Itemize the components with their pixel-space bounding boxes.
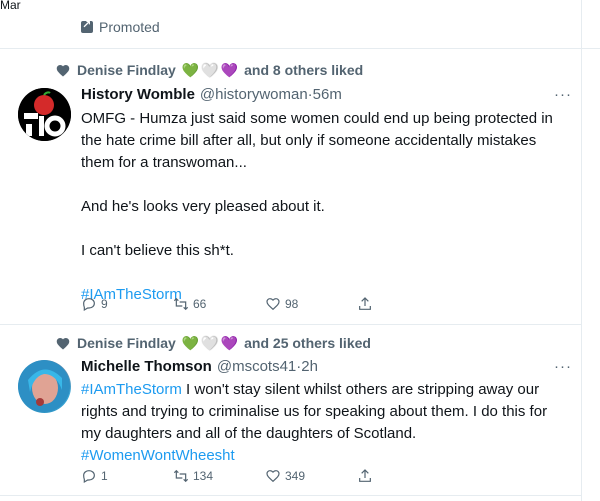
display-name[interactable]: History Womble	[81, 86, 195, 103]
heart-filled-icon	[56, 64, 70, 76]
green-heart-emoji: 💚	[181, 62, 200, 78]
heart-filled-icon	[56, 337, 70, 349]
retweet-icon	[173, 297, 189, 311]
like-button[interactable]: 349	[265, 468, 357, 484]
display-name[interactable]: Michelle Thomson	[81, 358, 212, 375]
white-heart-emoji: 🤍	[201, 335, 219, 351]
like-count: 349	[285, 469, 306, 483]
divider	[0, 495, 582, 496]
user-handle[interactable]: @mscots41	[217, 358, 296, 375]
tweet-header: History Womble @historywoman · 56m	[81, 86, 342, 103]
reply-icon	[83, 298, 95, 312]
tweet-paragraph: I can't believe this sh*t.	[81, 242, 234, 259]
tweet-paragraph: And he's looks very pleased about it.	[81, 198, 325, 215]
reply-count: 9	[101, 297, 108, 311]
white-heart-emoji: 🤍	[201, 62, 219, 78]
retweet-icon	[173, 469, 189, 483]
tweet-actions: 9 66 98	[81, 296, 373, 312]
retweet-count: 134	[193, 469, 214, 483]
divider	[0, 48, 582, 49]
retweet-button[interactable]: 66	[173, 296, 265, 312]
tweet-paragraph: OMFG - Humza just said some women could …	[81, 110, 553, 171]
green-heart-emoji: 💚	[181, 335, 200, 351]
more-options-icon[interactable]: ···	[554, 358, 572, 375]
social-context-suffix: and 8 others liked	[244, 62, 364, 78]
tweet-actions: 1 134 349	[81, 468, 373, 484]
promoted-label-row: Promoted	[81, 18, 160, 35]
share-button[interactable]	[357, 296, 373, 312]
social-context-row[interactable]: Denise Findlay 💚 🤍 💜 and 8 others liked	[55, 62, 363, 78]
reply-button[interactable]: 9	[81, 296, 173, 312]
right-column-edge	[582, 0, 600, 501]
divider	[0, 324, 582, 325]
reply-icon	[83, 470, 95, 484]
purple-heart-emoji: 💜	[220, 62, 239, 78]
tweet-text: OMFG - Humza just said some women could …	[81, 108, 561, 306]
tweet-time[interactable]: 56m	[313, 86, 342, 103]
promoted-icon	[81, 18, 93, 33]
tweet-time[interactable]: 2h	[301, 358, 318, 375]
promoted-label: Promoted	[99, 19, 160, 35]
heart-outline-icon	[266, 470, 280, 483]
retweet-button[interactable]: 134	[173, 468, 265, 484]
purple-heart-emoji: 💜	[220, 335, 239, 351]
avatar[interactable]	[18, 88, 71, 141]
michelle-thomson-avatar-art	[18, 360, 70, 412]
reply-button[interactable]: 1	[81, 468, 173, 484]
social-context-name[interactable]: Denise Findlay	[77, 62, 176, 78]
social-context-row[interactable]: Denise Findlay 💚 🤍 💜 and 25 others liked	[55, 335, 371, 351]
user-handle[interactable]: @historywoman	[200, 86, 308, 103]
social-context-suffix: and 25 others liked	[244, 335, 371, 351]
more-options-icon[interactable]: ···	[554, 86, 572, 103]
reply-count: 1	[101, 469, 108, 483]
share-icon	[359, 297, 371, 310]
timeline-feed: Mar Promoted Denise Findlay 💚🤍💜 and 8 ot…	[0, 0, 582, 501]
divider	[582, 48, 600, 49]
like-count: 98	[285, 297, 299, 311]
tweet-paragraph: #IAmTheStorm I won't stay silent whilst …	[81, 379, 561, 445]
hashtag-link[interactable]: #IAmTheStorm	[81, 381, 182, 398]
share-button[interactable]	[357, 468, 373, 484]
history-womble-avatar-art	[18, 88, 71, 141]
share-icon	[359, 469, 371, 482]
like-button[interactable]: 98	[265, 296, 357, 312]
heart-outline-icon	[266, 298, 280, 311]
cutoff-date-text: Mar	[0, 0, 21, 12]
social-context-name[interactable]: Denise Findlay	[77, 335, 176, 351]
retweet-count: 66	[193, 297, 207, 311]
tweet-text: #IAmTheStorm I won't stay silent whilst …	[81, 379, 561, 467]
hashtag-link[interactable]: #WomenWontWheesht	[81, 445, 561, 467]
avatar[interactable]	[18, 360, 71, 413]
tweet-header: Michelle Thomson @mscots41 · 2h	[81, 358, 318, 375]
